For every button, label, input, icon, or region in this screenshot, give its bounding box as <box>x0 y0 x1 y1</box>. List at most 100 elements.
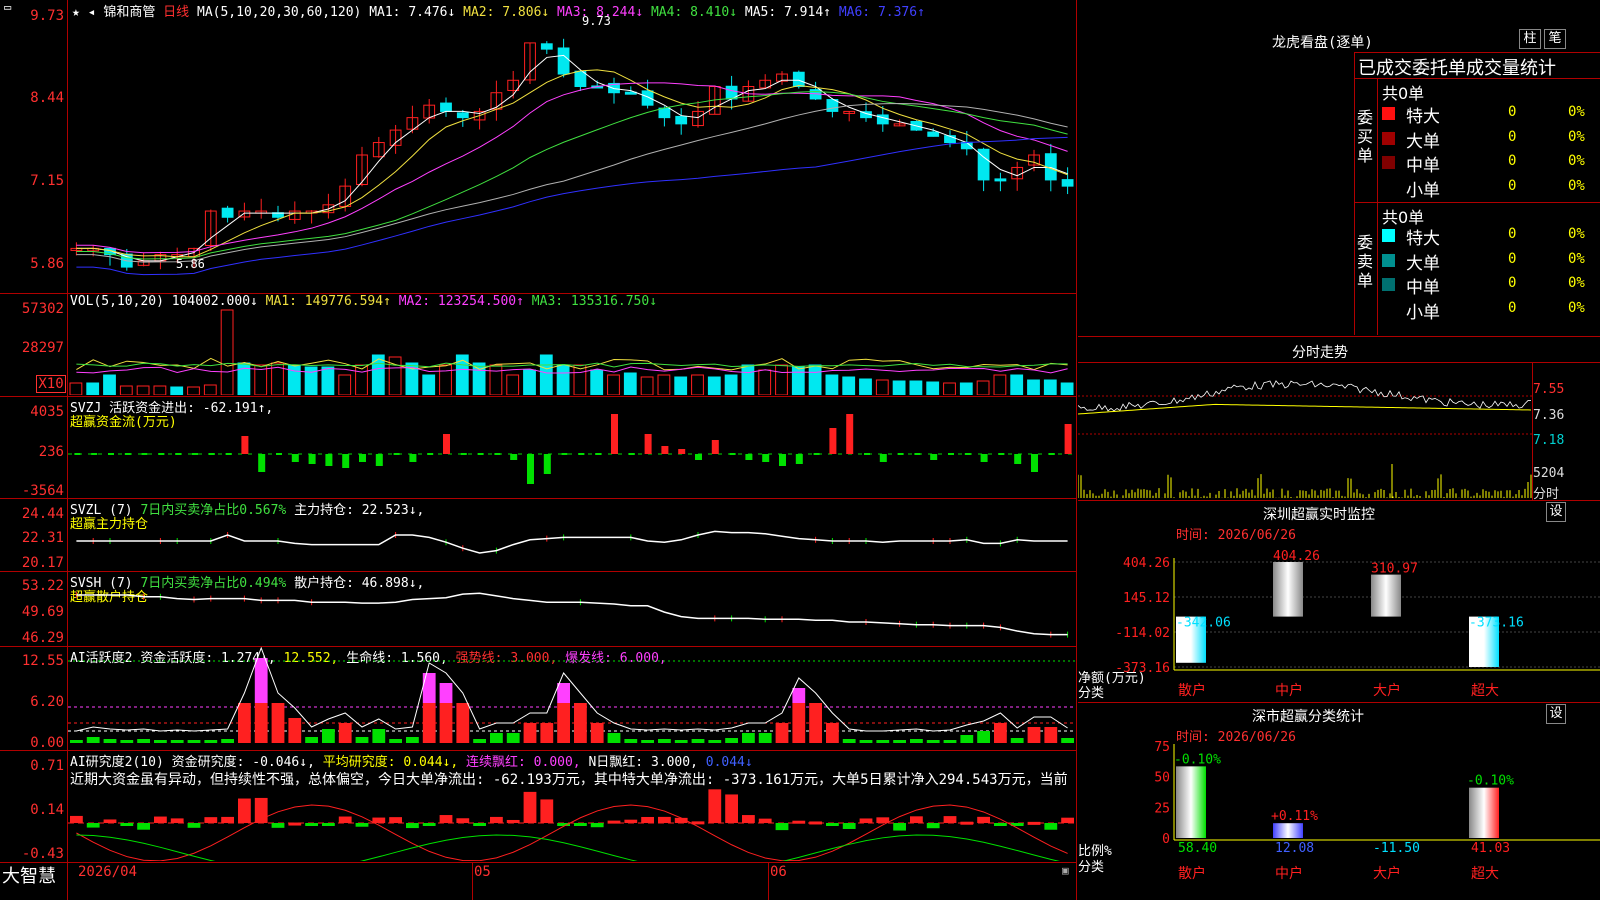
volume-bar <box>640 376 654 395</box>
svzj-tick <box>595 453 602 455</box>
activity-bar-burst <box>792 688 806 703</box>
sz-monitor-bar-大户 <box>1371 574 1401 617</box>
candle <box>540 43 553 50</box>
sz-class-pct-label: -11.50 <box>1373 841 1420 856</box>
svzj-tick <box>192 453 198 455</box>
intraday-title: 分时走势 <box>1292 345 1348 361</box>
research-bar <box>338 816 352 823</box>
main-chart-area[interactable]: ▭ ★ ◂ 锦和商管 日线 MA(5,10,20,30,60,120) MA1:… <box>0 0 1077 900</box>
volume-bar <box>371 354 385 395</box>
svzj-bar <box>258 454 266 472</box>
order-type: 特大 <box>1406 229 1440 249</box>
svzj-tick <box>141 453 148 455</box>
research-bar <box>842 823 856 829</box>
svzj-chart[interactable] <box>68 397 1076 497</box>
sz-class-settings-button[interactable]: 设 <box>1546 704 1566 724</box>
sz-class-pct-label: 58.40 <box>1178 841 1217 856</box>
activity-bar-burst <box>422 673 436 703</box>
sz-class-bar-中户 <box>1273 823 1303 838</box>
sz-monitor-xtitle: 分类 <box>1078 686 1105 701</box>
research-bar <box>758 818 772 823</box>
order-swatch <box>1382 131 1395 145</box>
activity-bar <box>238 703 251 743</box>
volume-bar <box>657 374 671 395</box>
svzj-tick <box>124 453 131 455</box>
candle <box>456 112 469 119</box>
sz-monitor-bar-label: 310.97 <box>1371 562 1418 577</box>
svzj-axis-3: -3564 <box>21 483 64 499</box>
research-bar <box>590 823 604 828</box>
ai-act-axis-1: 12.55 <box>21 653 64 669</box>
research-bar <box>372 817 386 823</box>
order-type: 小单 <box>1406 180 1440 201</box>
svzl-axis-2: 22.31 <box>21 530 64 546</box>
sz-monitor-bar-中户 <box>1273 562 1303 617</box>
svzj-tick <box>561 453 568 455</box>
sz-class-chart[interactable]: 75 50 25 0 -0.10% 58.40 散户 +0.11% 12.08 中户 -11.50 大… <box>1078 740 1600 900</box>
order-swatch <box>1382 278 1395 291</box>
sz-monitor-bar-label: 404.26 <box>1273 549 1320 564</box>
activity-bar-low <box>926 740 940 743</box>
order-type: 小单 <box>1406 302 1440 323</box>
svzj-tick <box>208 453 215 455</box>
activity-bar-low <box>977 731 990 743</box>
activity-bar-low <box>691 739 705 743</box>
order-type: 大单 <box>1406 131 1440 152</box>
ai-act-axis-3: 0.00 <box>30 735 64 751</box>
svsh-chart[interactable] <box>68 572 1076 645</box>
activity-bar-low <box>372 729 386 743</box>
volume-chart[interactable] <box>68 305 1076 395</box>
price-axis-2: 8.44 <box>30 90 64 106</box>
activity-bar <box>523 723 537 743</box>
research-bar <box>439 815 453 823</box>
sz-monitor-chart[interactable]: 404.26 145.12 -114.02 -373.16 -342.06 散户 404.2… <box>1078 540 1600 702</box>
buy-orders-label: 委买单 <box>1357 108 1374 165</box>
activity-bar-low <box>641 740 654 743</box>
ma-line <box>76 136 1068 276</box>
svzj-bar <box>1031 454 1038 472</box>
tab-bar[interactable]: 柱 <box>1519 29 1541 49</box>
activity-bar <box>1027 727 1041 743</box>
candle <box>994 178 1007 182</box>
sz-monitor-settings-button[interactable]: 设 <box>1546 502 1566 522</box>
sz-class-xtitle: 分类 <box>1078 860 1105 875</box>
activity-bar-low <box>624 739 638 743</box>
svzj-tick <box>276 453 282 455</box>
research-bar <box>910 816 923 823</box>
research-bar <box>288 822 302 826</box>
activity-bar-low <box>406 737 419 743</box>
volume-bar <box>993 374 1007 395</box>
volume-bar <box>220 309 234 395</box>
intraday-chart[interactable] <box>1078 364 1532 498</box>
volume-bar <box>590 369 604 395</box>
research-bar <box>406 823 419 829</box>
svzj-tick <box>1048 453 1055 455</box>
svzj-bar <box>325 454 333 466</box>
svzj-bar <box>443 434 450 454</box>
order-pct: 0% <box>1568 153 1585 169</box>
volume-bar <box>724 374 738 395</box>
svzj-bar <box>342 454 350 468</box>
svzj-tick <box>108 453 114 455</box>
research-bar <box>893 823 906 831</box>
ai-research-chart[interactable] <box>68 751 1076 861</box>
research-bar <box>960 821 974 825</box>
ai-activity-chart[interactable] <box>68 647 1076 749</box>
volume-bar <box>791 366 805 395</box>
svzl-chart[interactable] <box>68 499 1076 570</box>
activity-bar <box>574 703 587 743</box>
volume-bar <box>119 385 133 395</box>
activity-bar-low <box>607 733 621 743</box>
lock-icon[interactable]: ▣ <box>1062 864 1069 877</box>
activity-bar-low <box>473 739 486 743</box>
order-pct: 0% <box>1568 275 1585 291</box>
order-qty: 0 <box>1508 226 1517 242</box>
price-axis-3: 7.15 <box>30 173 64 189</box>
ma-line <box>76 90 1068 260</box>
candlestick-chart[interactable] <box>68 18 1076 292</box>
volume-bar <box>455 354 469 395</box>
research-bar <box>355 823 369 827</box>
svzj-tick <box>897 453 904 455</box>
research-bar <box>271 823 285 828</box>
tab-stroke[interactable]: 笔 <box>1544 29 1566 49</box>
